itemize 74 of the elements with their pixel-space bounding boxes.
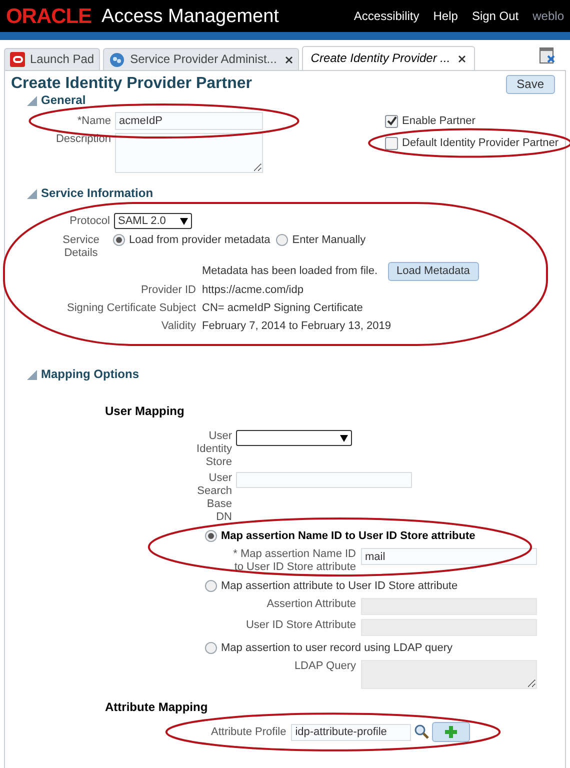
field-label: Description <box>54 133 112 147</box>
collapse-triangle-icon[interactable] <box>27 188 37 198</box>
save-button[interactable]: Save <box>506 75 555 94</box>
field-value: https://acme.com/idp <box>202 284 304 297</box>
radio-label: Map assertion attribute to User ID Store attribute <box>221 580 458 592</box>
field-label: Provider ID <box>140 284 197 297</box>
header-link[interactable]: weblo <box>532 10 564 22</box>
radio-button[interactable] <box>205 530 217 542</box>
field-label: Attribute Profile <box>211 726 288 738</box>
radio-label: Load from provider metadata <box>129 234 270 246</box>
description-field[interactable] <box>115 133 263 173</box>
launch-pad-icon <box>10 52 25 67</box>
radio-label: Enter Manually <box>292 234 366 246</box>
radio-button[interactable] <box>113 234 125 246</box>
radio-label: Map assertion to user record using LDAP query <box>221 642 453 654</box>
field-label: Protocol <box>68 214 111 228</box>
field-label: Service Details <box>62 233 100 260</box>
header-link[interactable]: Accessibility <box>354 10 420 22</box>
radio-button[interactable] <box>205 642 217 654</box>
page-title: Create Identity Provider Partner <box>11 74 252 94</box>
select-value: SAML 2.0 <box>118 214 166 228</box>
tab-label: Create Identity Provider ... <box>310 52 450 65</box>
radio-label: Map assertion Name ID to User ID Store attribute <box>221 530 476 542</box>
field-label: Assertion Attribute <box>266 598 357 611</box>
tab[interactable]: Launch Pad <box>4 48 100 70</box>
field-label: Validity <box>160 320 197 333</box>
required-asterisk: * <box>77 114 82 126</box>
field-label: User Search Base DN <box>196 472 233 524</box>
collapse-triangle-icon[interactable] <box>27 96 37 106</box>
section-heading: Mapping Options <box>41 368 139 381</box>
close-icon[interactable] <box>284 56 293 64</box>
section-heading: Service Information <box>41 187 154 200</box>
field-label: User Identity Store <box>196 430 233 469</box>
field-label: * Map assertion Name ID to User ID Store attribute <box>232 548 357 574</box>
subsection-heading: Attribute Mapping <box>105 701 209 714</box>
checkbox[interactable] <box>385 136 398 150</box>
subsection-heading: User Mapping <box>105 405 186 418</box>
close-icon[interactable] <box>458 54 466 62</box>
metadata-status: Metadata has been loaded from file. <box>202 265 378 278</box>
detach-window-icon[interactable] <box>539 47 556 64</box>
field-value: February 7, 2014 to February 13, 2019 <box>202 320 391 333</box>
required-asterisk: * <box>233 548 238 560</box>
tab-label: Service Provider Administ... <box>130 53 277 66</box>
plus-icon <box>444 725 458 739</box>
collapse-triangle-icon[interactable] <box>27 370 37 380</box>
field-label: User ID Store Attribute <box>244 619 357 632</box>
brand-logo: ORACLE <box>6 6 92 26</box>
app-title: Access Management <box>102 6 279 26</box>
dropdown-caret-icon <box>340 434 348 442</box>
checkbox-label: Enable Partner <box>402 114 476 128</box>
tab-label: Launch Pad <box>30 53 94 66</box>
load-metadata-button[interactable]: Load Metadata <box>388 262 479 281</box>
tab[interactable]: Service Provider Administ... <box>103 48 299 70</box>
globe-people-icon <box>109 52 126 68</box>
radio-button[interactable] <box>276 234 288 246</box>
header-link[interactable]: Sign Out <box>472 10 519 22</box>
field-label: LDAP Query <box>293 660 357 673</box>
checkbox-label: Default Identity Provider Partner <box>402 136 559 150</box>
protocol-select[interactable]: SAML 2.0 <box>114 213 192 229</box>
text-field[interactable]: mail <box>361 548 537 565</box>
radio-button[interactable] <box>205 580 217 592</box>
tab[interactable]: Create Identity Provider ... <box>302 46 476 70</box>
field-label: *Name <box>76 114 112 128</box>
field-label: Signing Certificate Subject <box>66 302 197 315</box>
dropdown-caret-icon <box>180 218 188 224</box>
section-heading: General <box>41 94 86 107</box>
search-icon[interactable] <box>414 724 430 740</box>
attribute-profile-field[interactable]: idp-attribute-profile <box>291 724 412 740</box>
name-field[interactable]: acmeIdP <box>115 112 263 130</box>
field-value: CN= acmeIdP Signing Certificate <box>202 302 363 315</box>
identity-store-select[interactable] <box>236 430 352 446</box>
search-base-field[interactable] <box>236 472 412 488</box>
header-link[interactable]: Help <box>433 10 458 22</box>
checkbox[interactable] <box>385 114 398 128</box>
